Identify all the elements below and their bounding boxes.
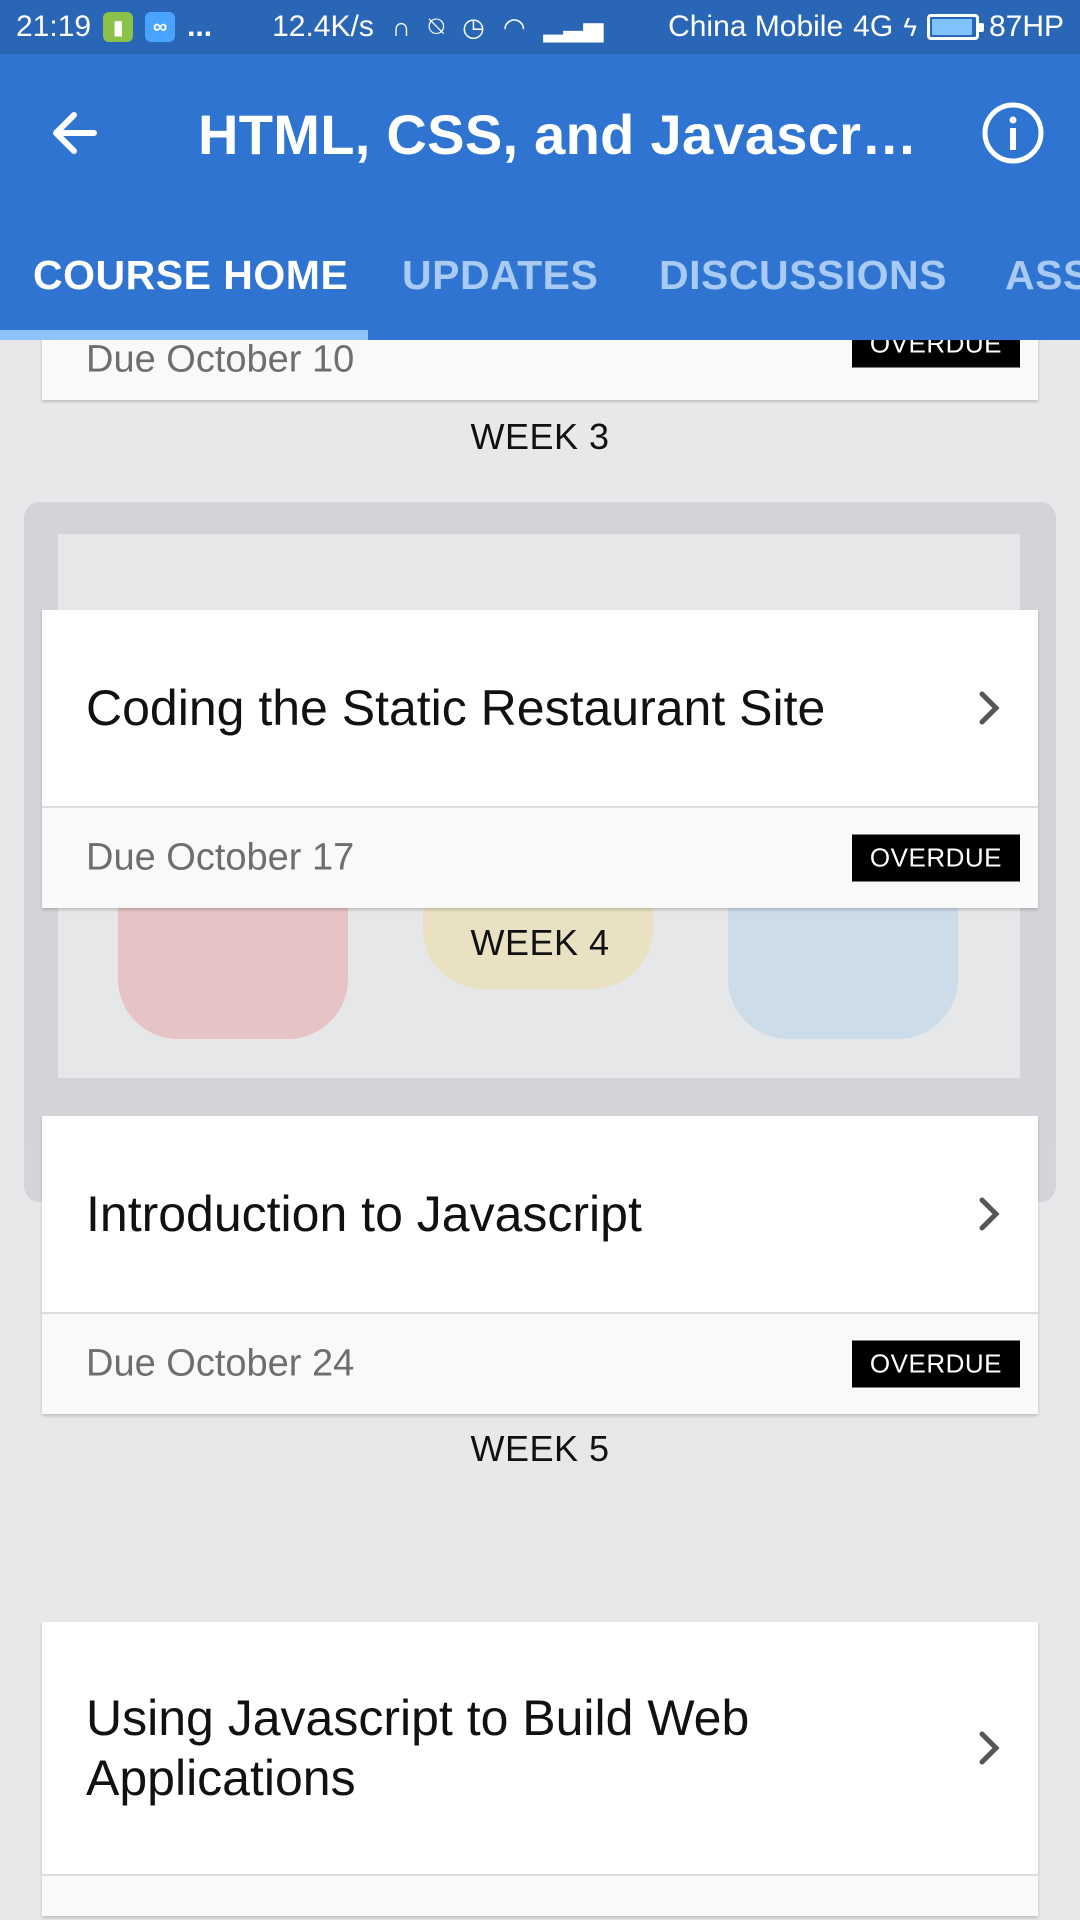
week-5-card[interactable]: Using Javascript to Build Web Applicatio… (42, 1622, 1038, 1916)
tab-assignments[interactable]: ASS (1005, 252, 1080, 299)
infinity-icon: ∞ (145, 12, 176, 42)
info-button[interactable] (980, 100, 1046, 166)
week-3-due-row: Due October 17 OVERDUE (42, 808, 1038, 908)
network-speed: 12.4K/s (272, 10, 374, 43)
battery-text: 87HP (988, 10, 1064, 43)
battery-level-fill (931, 19, 972, 35)
week-3-lesson[interactable]: Coding the Static Restaurant Site (42, 610, 1038, 808)
page-title: HTML, CSS, and Javascript… (198, 103, 918, 166)
chevron-right-icon (979, 1197, 1000, 1231)
week-5-lesson[interactable]: Using Javascript to Build Web Applicatio… (42, 1622, 1038, 1876)
week-4-lesson[interactable]: Introduction to Javascript (42, 1116, 1038, 1314)
status-time: 21:19 (16, 10, 92, 43)
alarm-icon: ◷ (462, 11, 485, 42)
network-type: 4G (853, 10, 894, 43)
tab-course-home[interactable]: COURSE HOME (33, 252, 348, 299)
week-4-due-row: Due October 24 OVERDUE (42, 1314, 1038, 1414)
due-date: Due October 10 (86, 340, 355, 381)
tab-indicator (0, 330, 368, 340)
week-3-label: WEEK 3 (470, 416, 610, 457)
week-2-card: Due October 10 OVERDUE (42, 340, 1038, 400)
status-bar: 21:19 ▮ ∞ ... 12.4K/s ∩ ⍉ ◷ ◠ ▂▃▅ China … (0, 0, 1080, 54)
course-content[interactable]: Due October 10 OVERDUE WEEK 3 Coding the… (0, 340, 1080, 1920)
signal-icon: ▂▃▅ (543, 11, 604, 42)
more-notifications: ... (187, 10, 213, 43)
mute-icon: ⍉ (428, 11, 445, 41)
charging-icon: ϟ (903, 11, 917, 42)
overdue-badge: OVERDUE (851, 1340, 1020, 1388)
tab-updates[interactable]: UPDATES (402, 252, 598, 299)
due-date: Due October 24 (86, 1342, 355, 1385)
tab-discussions[interactable]: DISCUSSIONS (659, 252, 947, 299)
due-date: Due October 17 (86, 836, 355, 879)
arrow-left-icon (53, 112, 97, 154)
info-circle-icon (982, 102, 1044, 164)
week-5-due-row (42, 1876, 1038, 1916)
html5-logo (118, 889, 348, 1039)
app-bar: HTML, CSS, and Javascript… (0, 54, 1080, 214)
lesson-title: Using Javascript to Build Web Applicatio… (86, 1690, 750, 1806)
lesson-title: Coding the Static Restaurant Site (86, 680, 826, 736)
carrier-name: China Mobile (668, 10, 844, 43)
wifi-icon: ◠ (502, 11, 526, 42)
overdue-badge: OVERDUE (851, 340, 1020, 368)
js-logo (728, 889, 958, 1039)
chevron-right-icon (979, 691, 1000, 725)
chevron-right-icon (979, 1731, 1000, 1765)
back-button[interactable] (44, 100, 110, 166)
week-4-card[interactable]: Introduction to Javascript Due October 2… (42, 1116, 1038, 1414)
sim-icon: ▮ (103, 12, 134, 42)
lesson-title: Introduction to Javascript (86, 1186, 642, 1242)
week-4-label: WEEK 4 (470, 922, 610, 963)
week-5-label: WEEK 5 (470, 1428, 610, 1469)
week-2-due-row: Due October 10 OVERDUE (42, 340, 1038, 400)
tab-bar: COURSE HOME UPDATES DISCUSSIONS ASS (0, 214, 1080, 340)
battery-icon (926, 14, 984, 40)
week-3-card[interactable]: Coding the Static Restaurant Site Due Oc… (42, 610, 1038, 908)
overdue-badge: OVERDUE (851, 834, 1020, 882)
headset-icon: ∩ (391, 11, 411, 42)
